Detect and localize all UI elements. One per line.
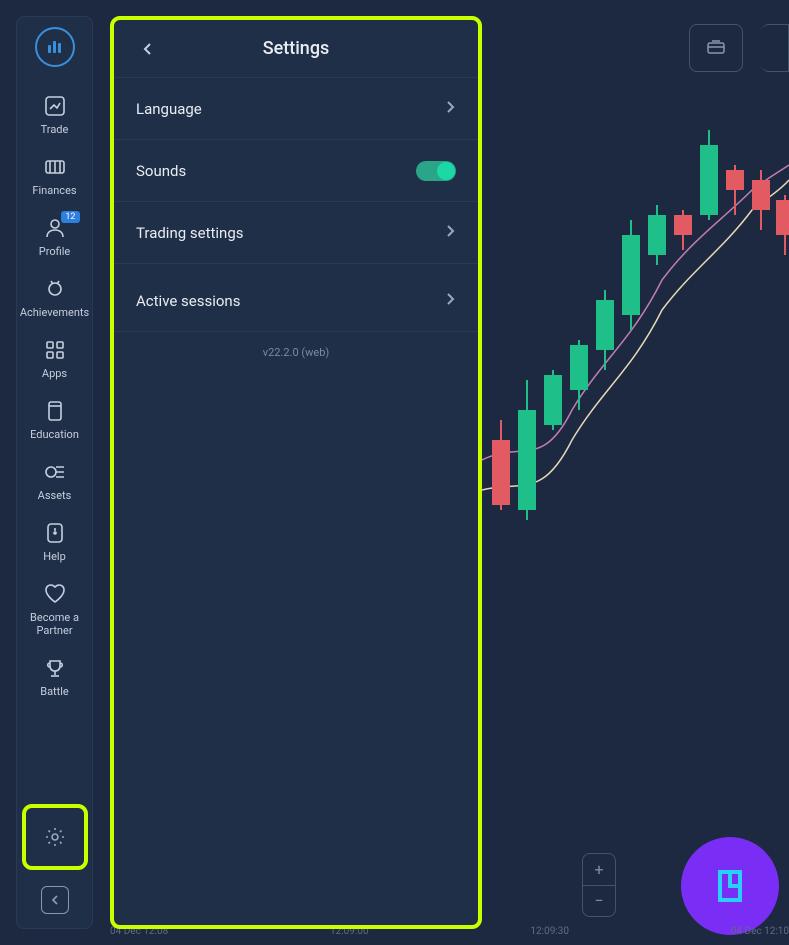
candle xyxy=(544,375,562,425)
profile-icon: 12 xyxy=(44,217,66,239)
settings-row-label: Trading settings xyxy=(136,224,244,242)
sounds-toggle[interactable] xyxy=(416,161,456,181)
nav-label: Battle xyxy=(40,685,69,698)
nav-label: Trade xyxy=(41,123,69,136)
chevron-left-icon xyxy=(50,894,60,906)
nav-label: Finances xyxy=(32,184,76,197)
candle xyxy=(726,170,744,190)
time-label: 04 Dec 12:10 xyxy=(731,926,789,937)
chevron-right-icon xyxy=(446,292,456,310)
zoom-controls: + − xyxy=(582,853,616,917)
candle xyxy=(648,215,666,255)
nav-label: Profile xyxy=(39,245,70,258)
collapse-sidebar-button[interactable] xyxy=(41,886,69,914)
nav-label: Become a Partner xyxy=(17,611,92,637)
settings-title: Settings xyxy=(114,38,478,59)
settings-header: Settings xyxy=(114,20,478,78)
nav-assets[interactable]: Assets xyxy=(17,451,92,512)
nav-label: Education xyxy=(30,428,79,441)
chevron-right-icon xyxy=(446,224,456,242)
settings-row-label: Language xyxy=(136,100,202,118)
settings-row-label: Active sessions xyxy=(136,292,240,310)
book-icon xyxy=(44,400,66,422)
nav-profile[interactable]: 12 Profile xyxy=(17,207,92,268)
logo-bars-icon xyxy=(48,41,61,53)
candle xyxy=(776,200,789,235)
nav-partner[interactable]: Become a Partner xyxy=(17,573,92,647)
chat-fab[interactable] xyxy=(681,837,779,935)
candle xyxy=(492,440,510,505)
chevron-right-icon xyxy=(446,100,456,118)
finances-icon xyxy=(44,156,66,178)
zoom-in-button[interactable]: + xyxy=(583,854,615,886)
time-label: 12:09:30 xyxy=(530,926,569,937)
assets-icon xyxy=(44,461,66,483)
candle xyxy=(700,145,718,215)
chevron-left-icon xyxy=(142,42,154,56)
settings-sessions[interactable]: Active sessions xyxy=(114,270,478,332)
chart-area: + − $5 invest xyxy=(482,0,789,945)
notification-badge: 12 xyxy=(61,211,79,223)
settings-sounds[interactable]: Sounds xyxy=(114,140,478,202)
candle xyxy=(570,345,588,390)
app-logo[interactable] xyxy=(35,27,75,67)
trend-icon xyxy=(44,95,66,117)
candle xyxy=(622,235,640,315)
nav-label: Achievements xyxy=(20,306,89,319)
candle xyxy=(674,215,692,235)
trophy-icon xyxy=(44,278,66,300)
settings-language[interactable]: Language xyxy=(114,78,478,140)
candle xyxy=(518,410,536,510)
sidebar: Trade Finances 12 Profile Achievements A… xyxy=(16,16,93,929)
settings-button[interactable] xyxy=(22,804,88,870)
settings-trading[interactable]: Trading settings xyxy=(114,202,478,264)
candle xyxy=(752,180,770,210)
app-version: v22.2.0 (web) xyxy=(114,346,478,359)
nav-apps[interactable]: Apps xyxy=(17,329,92,390)
nav-label: Help xyxy=(43,550,66,563)
nav-battle[interactable]: Battle xyxy=(17,647,92,708)
heart-icon xyxy=(44,583,66,605)
grid-icon xyxy=(44,339,66,361)
nav-help[interactable]: Help xyxy=(17,512,92,573)
candle xyxy=(596,300,614,350)
nav-education[interactable]: Education xyxy=(17,390,92,451)
nav-finances[interactable]: Finances xyxy=(17,146,92,207)
nav-trade[interactable]: Trade xyxy=(17,85,92,146)
settings-panel: Settings Language Sounds Trading setting… xyxy=(110,16,482,929)
back-button[interactable] xyxy=(136,37,160,61)
settings-row-label: Sounds xyxy=(136,162,186,180)
cup-icon xyxy=(44,657,66,679)
nav-achievements[interactable]: Achievements xyxy=(17,268,92,329)
nav-label: Assets xyxy=(38,489,72,502)
nav-label: Apps xyxy=(42,367,67,380)
zoom-out-button[interactable]: − xyxy=(583,886,615,917)
help-icon xyxy=(44,522,66,544)
